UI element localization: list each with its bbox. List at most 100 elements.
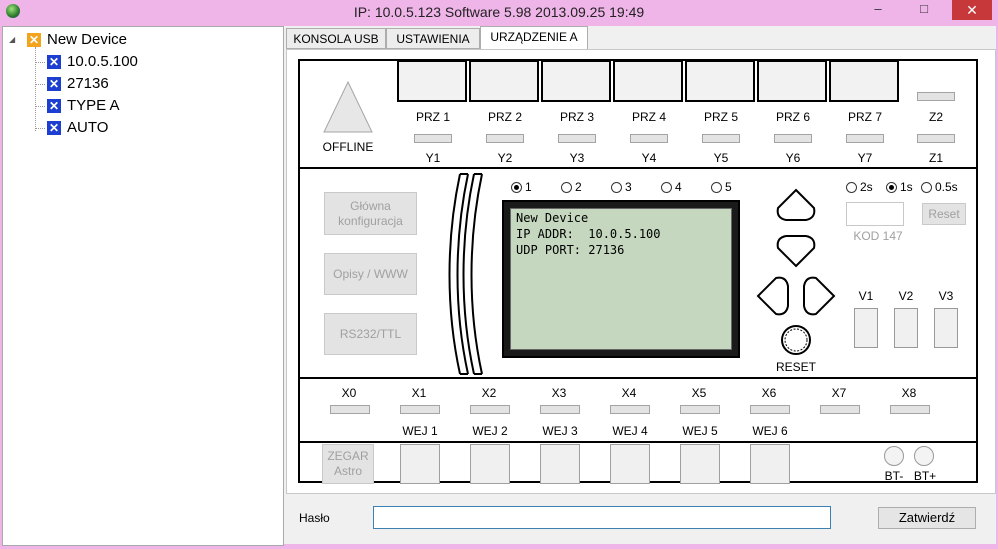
tree-item-label: TYPE A bbox=[67, 97, 120, 114]
relay-button[interactable] bbox=[541, 60, 611, 102]
node-x-icon: ✕ bbox=[47, 121, 61, 135]
output-label: Y6 bbox=[785, 151, 801, 165]
reset-label: RESET bbox=[775, 360, 816, 374]
input-led bbox=[610, 405, 650, 414]
tree-item-label: 10.0.5.100 bbox=[67, 53, 138, 70]
input-led bbox=[540, 405, 580, 414]
time-radio-05s[interactable]: 0.5s bbox=[921, 180, 958, 194]
screen-radio-2[interactable]: 2 bbox=[561, 180, 582, 194]
tree-item-label: AUTO bbox=[67, 119, 109, 136]
z1-label: Z1 bbox=[928, 151, 943, 165]
tree-root-label: New Device bbox=[47, 31, 128, 48]
tree-expand-icon[interactable]: ◢ bbox=[9, 30, 15, 50]
submit-button[interactable]: Zatwierdź bbox=[878, 507, 976, 529]
clock-astro-button[interactable]: ZEGAR Astro bbox=[322, 444, 374, 484]
led-indicator bbox=[486, 134, 524, 143]
led-indicator bbox=[917, 134, 955, 143]
output-label: Y7 bbox=[857, 151, 873, 165]
kod-field[interactable] bbox=[846, 202, 904, 226]
v2-box[interactable] bbox=[894, 308, 918, 348]
window-title: IP: 10.0.5.123 Software 5.98 2013.09.25 … bbox=[353, 4, 645, 20]
relay-button[interactable] bbox=[757, 60, 827, 102]
right-button[interactable] bbox=[800, 276, 836, 316]
output-label: Y2 bbox=[497, 151, 513, 165]
time-radio-1s[interactable]: 1s bbox=[886, 180, 913, 194]
bt-plus-button[interactable] bbox=[914, 446, 934, 466]
device-tree[interactable]: ◢ ✕ New Device ✕ 10.0.5.100 ✕ 27136 ✕ TY… bbox=[2, 26, 284, 546]
input-led bbox=[470, 405, 510, 414]
input-label: X2 bbox=[481, 386, 497, 400]
relay-button[interactable] bbox=[397, 60, 467, 102]
divider bbox=[298, 441, 978, 443]
screen-radio-4[interactable]: 4 bbox=[661, 180, 682, 194]
output-label: Y4 bbox=[641, 151, 657, 165]
v1-box[interactable] bbox=[854, 308, 878, 348]
input-led bbox=[680, 405, 720, 414]
minimize-button[interactable]: – bbox=[858, 0, 898, 20]
tab-ustawienia[interactable]: USTAWIENIA bbox=[386, 28, 480, 49]
input-button[interactable] bbox=[400, 444, 440, 484]
v3-label: V3 bbox=[938, 289, 954, 303]
lcd-line-1: New Device bbox=[516, 211, 589, 225]
relay-label: PRZ 1 bbox=[415, 110, 450, 124]
time-radio-2s[interactable]: 2s bbox=[846, 180, 873, 194]
input-button[interactable] bbox=[680, 444, 720, 484]
input-label: X7 bbox=[831, 386, 847, 400]
rs232-button[interactable]: RS232/TTL bbox=[324, 313, 417, 355]
relay-button[interactable] bbox=[685, 60, 755, 102]
led-indicator bbox=[630, 134, 668, 143]
output-label: Y3 bbox=[569, 151, 585, 165]
relay-label: PRZ 3 bbox=[559, 110, 594, 124]
led-indicator bbox=[702, 134, 740, 143]
down-button[interactable] bbox=[777, 236, 815, 272]
screen-radio-3[interactable]: 3 bbox=[611, 180, 632, 194]
left-button[interactable] bbox=[756, 276, 792, 316]
descriptions-button[interactable]: Opisy / WWW bbox=[324, 253, 417, 295]
input-label: X3 bbox=[551, 386, 567, 400]
slot-arcs bbox=[448, 173, 483, 375]
main-config-button[interactable]: Główna konfiguracja bbox=[324, 192, 417, 235]
bt-minus-label: BT- bbox=[884, 469, 904, 483]
input-button[interactable] bbox=[750, 444, 790, 484]
maximize-button[interactable]: □ bbox=[904, 0, 944, 20]
relay-button[interactable] bbox=[829, 60, 899, 102]
device-x-icon: ✕ bbox=[27, 33, 41, 47]
wej-label: WEJ 6 bbox=[752, 424, 788, 438]
bt-minus-button[interactable] bbox=[884, 446, 904, 466]
password-label: Hasło bbox=[299, 511, 330, 525]
input-label: X5 bbox=[691, 386, 707, 400]
input-button[interactable] bbox=[470, 444, 510, 484]
v1-label: V1 bbox=[858, 289, 874, 303]
lcd-line-3: UDP PORT: 27136 bbox=[516, 243, 625, 257]
input-button[interactable] bbox=[540, 444, 580, 484]
led-indicator bbox=[846, 134, 884, 143]
input-led bbox=[330, 405, 370, 414]
password-field[interactable] bbox=[373, 506, 831, 529]
input-led bbox=[890, 405, 930, 414]
output-label: Y1 bbox=[425, 151, 441, 165]
screen-radio-5[interactable]: 5 bbox=[711, 180, 732, 194]
input-led bbox=[400, 405, 440, 414]
close-button[interactable]: ✕ bbox=[952, 0, 992, 20]
input-label: X4 bbox=[621, 386, 637, 400]
status-label: OFFLINE bbox=[322, 140, 374, 154]
screen-radio-1[interactable]: 1 bbox=[511, 180, 532, 194]
relay-button[interactable] bbox=[613, 60, 683, 102]
reset-button[interactable]: Reset bbox=[922, 203, 966, 225]
v3-box[interactable] bbox=[934, 308, 958, 348]
tree-connector bbox=[35, 47, 36, 131]
tab-urzadzenie-a[interactable]: URZĄDZENIE A bbox=[480, 26, 588, 50]
input-led bbox=[820, 405, 860, 414]
relay-label: PRZ 7 bbox=[847, 110, 882, 124]
input-led bbox=[750, 405, 790, 414]
tab-konsola-usb[interactable]: KONSOLA USB bbox=[286, 28, 386, 49]
relay-label: PRZ 2 bbox=[487, 110, 522, 124]
v2-label: V2 bbox=[898, 289, 914, 303]
kod-label: KOD 147 bbox=[853, 229, 903, 243]
reset-knob[interactable] bbox=[780, 324, 812, 356]
up-button[interactable] bbox=[777, 186, 815, 222]
relay-button[interactable] bbox=[469, 60, 539, 102]
output-label: Y5 bbox=[713, 151, 729, 165]
input-button[interactable] bbox=[610, 444, 650, 484]
divider bbox=[298, 167, 978, 169]
